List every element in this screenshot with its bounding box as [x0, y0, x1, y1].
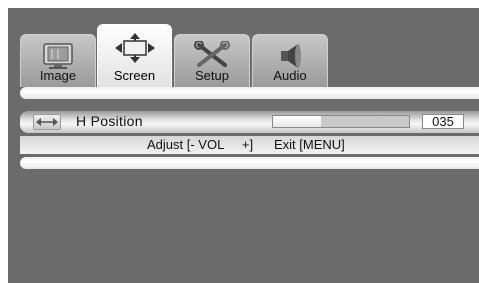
settings-panel: H Position 035 Adjust [- VOL +] Exit [ME…	[20, 87, 479, 174]
tab-bar: Image Screen Setup Audio	[8, 8, 479, 98]
h-position-slider[interactable]	[272, 115, 410, 128]
tab-screen[interactable]: Screen	[97, 24, 172, 87]
tab-image-label: Image	[39, 68, 77, 83]
tab-screen-label: Screen	[113, 68, 156, 83]
slider-fill	[273, 116, 321, 127]
setting-value: 035	[422, 114, 464, 129]
hint-bar: Adjust [- VOL +] Exit [MENU]	[20, 136, 479, 154]
osd-menu: Image Screen Setup Audio H Position 035 …	[8, 8, 479, 283]
tab-setup-label: Setup	[195, 68, 229, 83]
divider-top	[20, 87, 479, 99]
horizontal-arrows-icon	[33, 114, 61, 130]
tools-icon	[194, 41, 230, 67]
setting-label: H Position	[76, 113, 143, 129]
monitor-icon	[43, 43, 73, 69]
tab-image[interactable]: Image	[20, 34, 96, 87]
position-arrows-icon	[114, 33, 155, 63]
exit-hint: Exit [MENU]	[274, 137, 345, 152]
speaker-icon	[281, 44, 301, 68]
adjust-hint: Adjust [- VOL +]	[147, 137, 254, 152]
tab-audio-label: Audio	[273, 68, 307, 83]
tab-audio[interactable]: Audio	[252, 34, 328, 87]
divider-bottom	[20, 157, 479, 169]
tab-setup[interactable]: Setup	[174, 34, 250, 87]
setting-row-h-position[interactable]: H Position 035	[20, 111, 479, 133]
